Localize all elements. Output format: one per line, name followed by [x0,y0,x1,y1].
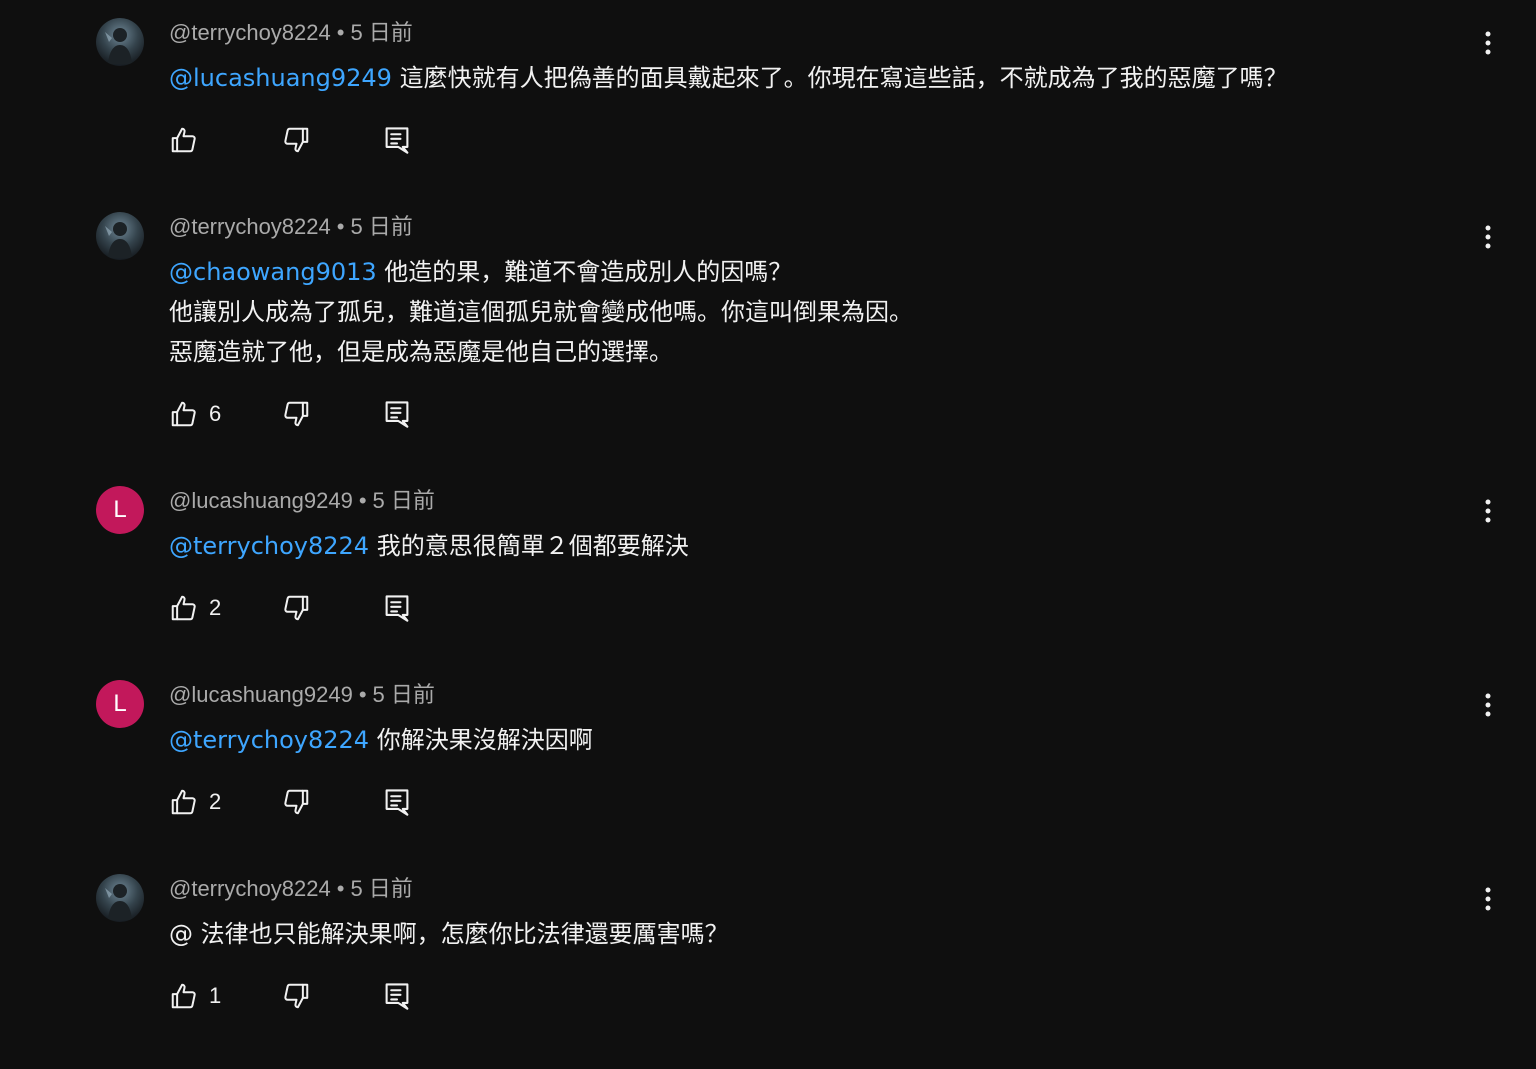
meta-separator: • [336,214,345,239]
comment-text: @ 法律也只能解決果啊，怎麼你比法律還要厲害嗎？ [169,914,729,954]
user-photo-icon [105,884,132,920]
reply-icon [385,401,409,428]
comment-line-text: 這麼快就有人把偽善的面具戴起來了。你現在寫這些話，不就成為了我的惡魔了嗎？ [399,64,1288,92]
more-actions-button[interactable] [1476,222,1500,252]
author-handle[interactable]: @terrychoy8224 [169,876,331,901]
dislike-button[interactable] [281,124,311,156]
like-button[interactable] [169,124,209,156]
comment-text: @chaowang9013 他造的果，難道不會造成別人的因嗎？ 他讓別人成為了孤… [169,252,913,372]
dislike-button[interactable] [281,398,311,430]
more-vert-icon [1485,887,1491,911]
thumbs-down-icon [284,983,309,1009]
comment-line: @terrychoy8224 我的意思很簡單２個都要解決 [169,526,689,566]
dislike-button[interactable] [281,786,311,818]
more-actions-button[interactable] [1476,690,1500,720]
reply-icon [385,127,409,154]
timestamp[interactable]: 5 日前 [350,20,412,45]
comment-line: @terrychoy8224 你解決果沒解決因啊 [169,720,593,760]
avatar-letter: L [113,496,127,523]
comment-line: 他讓別人成為了孤兒，難道這個孤兒就會變成他嗎。你這叫倒果為因。 [169,298,913,326]
dislike-button[interactable] [281,592,311,624]
comment-text: @terrychoy8224 我的意思很簡單２個都要解決 [169,526,689,566]
reply-icon [385,983,409,1010]
avatar[interactable] [96,874,144,922]
thumbs-down-icon [284,401,309,427]
reply-button[interactable] [383,980,411,1012]
more-actions-button[interactable] [1476,496,1500,526]
user-photo-icon [105,28,132,64]
author-handle[interactable]: @lucashuang9249 [169,682,353,707]
avatar-letter: L [113,690,127,717]
comment-line: @chaowang9013 他造的果，難道不會造成別人的因嗎？ [169,252,913,292]
mention-link[interactable]: @terrychoy8224 [169,726,369,754]
like-count: 2 [209,789,222,814]
like-count: 6 [209,401,222,426]
more-vert-icon [1485,31,1491,55]
like-count: 1 [209,983,222,1008]
comment-meta: @terrychoy8224 • 5 日前 [169,20,413,46]
timestamp[interactable]: 5 日前 [373,488,435,513]
meta-separator: • [358,488,367,513]
author-handle[interactable]: @terrychoy8224 [169,214,331,239]
reply-button[interactable] [383,592,411,624]
like-button[interactable]: 6 [169,398,221,430]
avatar[interactable] [96,18,144,66]
comment-text: @terrychoy8224 你解決果沒解決因啊 [169,720,593,760]
dislike-button[interactable] [281,980,311,1012]
comment-meta: @lucashuang9249 • 5 日前 [169,682,435,708]
thumbs-up-icon [171,401,196,427]
thumbs-up-icon [171,983,196,1009]
more-vert-icon [1485,499,1491,523]
thumbs-down-icon [284,789,309,815]
comment-text: @lucashuang9249 這麼快就有人把偽善的面具戴起來了。你現在寫這些話… [169,58,1288,98]
thumbs-up-icon [171,789,196,815]
reply-icon [385,595,409,622]
reply-button[interactable] [383,398,411,430]
mention-link[interactable]: @terrychoy8224 [169,532,369,560]
like-count: 2 [209,595,222,620]
avatar[interactable]: L [96,486,144,534]
comment-meta: @terrychoy8224 • 5 日前 [169,876,413,902]
like-button[interactable]: 1 [169,980,221,1012]
comment-line: 惡魔造就了他，但是成為惡魔是他自己的選擇。 [169,338,673,366]
timestamp[interactable]: 5 日前 [350,214,412,239]
comment-line: @ 法律也只能解決果啊，怎麼你比法律還要厲害嗎？ [169,920,729,948]
like-button[interactable]: 2 [169,592,221,624]
timestamp[interactable]: 5 日前 [373,682,435,707]
more-actions-button[interactable] [1476,884,1500,914]
avatar[interactable] [96,212,144,260]
mention-link[interactable]: @chaowang9013 [169,258,377,286]
reply-button[interactable] [383,786,411,818]
user-photo-icon [105,222,132,258]
meta-separator: • [336,876,345,901]
meta-separator: • [336,20,345,45]
more-actions-button[interactable] [1476,28,1500,58]
more-vert-icon [1485,693,1491,717]
mention-link[interactable]: @lucashuang9249 [169,64,392,92]
comment-line-text: 你解決果沒解決因啊 [376,726,593,754]
avatar[interactable]: L [96,680,144,728]
comment-line-text: 他造的果，難道不會造成別人的因嗎？ [384,258,793,286]
more-vert-icon [1485,225,1491,249]
thumbs-down-icon [284,595,309,621]
reply-button[interactable] [383,124,411,156]
thumbs-up-icon [171,595,196,621]
comment-thread: @terrychoy8224 • 5 日前 @lucashuang9249 這麼快就… [0,0,1536,1069]
meta-separator: • [358,682,367,707]
thumbs-up-icon [171,127,196,153]
like-button[interactable]: 2 [169,786,221,818]
comment-meta: @lucashuang9249 • 5 日前 [169,488,435,514]
timestamp[interactable]: 5 日前 [350,876,412,901]
reply-icon [385,789,409,816]
comment-line-text: 我的意思很簡單２個都要解決 [376,532,689,560]
author-handle[interactable]: @terrychoy8224 [169,20,331,45]
author-handle[interactable]: @lucashuang9249 [169,488,353,513]
thumbs-down-icon [284,127,309,153]
comment-meta: @terrychoy8224 • 5 日前 [169,214,413,240]
comment-line: @lucashuang9249 這麼快就有人把偽善的面具戴起來了。你現在寫這些話… [169,58,1288,98]
